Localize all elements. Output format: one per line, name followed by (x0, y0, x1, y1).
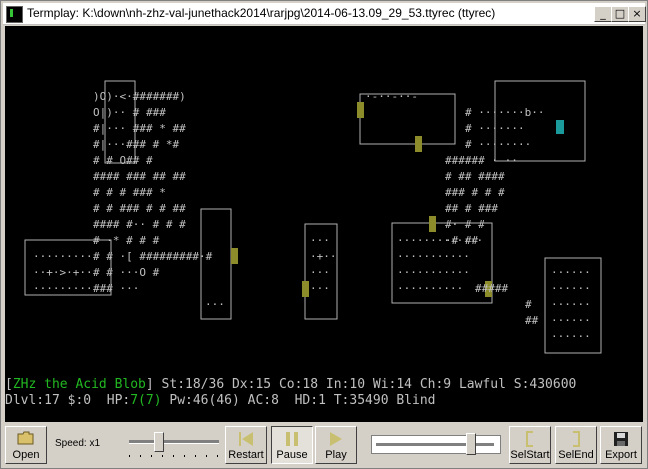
dungeon-map: )O)·<·#######) O|)·· # ### #|··· ### * #… (24, 80, 602, 354)
map-room-floor: ··+·>·+·· (33, 266, 93, 279)
map-door (231, 248, 238, 264)
minimize-button[interactable]: _ (594, 6, 612, 22)
map-corridor: ### ··· (93, 282, 139, 295)
map-door (429, 216, 436, 232)
speed-label: Speed: x1 (55, 438, 101, 449)
map-room-floor: ············· (397, 234, 483, 247)
map-corridor: ##### (475, 282, 508, 295)
map-room-floor: ··· (310, 282, 330, 295)
map-corridor: #· # # (445, 218, 485, 231)
map-corridor: O|)·· # ### (93, 106, 166, 119)
terminal-screen: )O)·<·#######) O|)·· # ### #|··· ### * #… (5, 26, 643, 422)
title-bar: Termplay: K:\down\nh-zhz-val-junethack20… (3, 3, 646, 25)
timeline-track (376, 443, 494, 447)
pause-icon (286, 432, 298, 446)
map-room-floor: ··· (310, 234, 330, 247)
map-corridor: #### #·· # # # (93, 218, 186, 231)
selection-start-icon (526, 431, 533, 447)
status-line-2: Dlvl:17 $:0 HP:7(7) Pw:46(46) AC:8 HD:1 … (5, 393, 436, 408)
timeline-slider[interactable] (371, 435, 501, 454)
map-room-floor: ··········· (397, 266, 470, 279)
map-corridor: # # O## # (93, 154, 153, 167)
restart-button[interactable]: Restart (225, 426, 267, 464)
speed-ticks (129, 455, 218, 457)
map-room-floor: ·+·· (310, 250, 337, 263)
map-door (357, 102, 364, 118)
timeline-slider-thumb[interactable] (465, 433, 476, 455)
map-room-floor: ········· (33, 282, 93, 295)
map-corridor: # # ···O # (93, 266, 160, 279)
folder-icon (17, 431, 34, 445)
map-room-floor: ·········· (397, 282, 463, 295)
map-door (302, 281, 309, 297)
map-door (415, 136, 422, 152)
speed-slider-track[interactable] (129, 440, 219, 444)
map-corridor: ### # # # (445, 186, 505, 199)
map-corridor: # ·* # # # (93, 234, 160, 247)
selection-end-icon (573, 431, 580, 447)
character-name: ZHz the Acid Blob (12, 377, 146, 392)
map-room-floor: ··········· (397, 250, 470, 263)
pause-button[interactable]: Pause (271, 426, 313, 464)
map-room-floor: ······ (551, 314, 591, 327)
map-corridor: ###### · ·· (445, 154, 518, 167)
restart-icon (239, 432, 253, 446)
map-corridor: # # ·[ #########·# (93, 250, 213, 263)
maximize-button[interactable]: □ (611, 6, 629, 22)
open-button[interactable]: Open (5, 426, 47, 464)
map-corridor: #### ### ## ## (93, 170, 186, 183)
map-corridor: # # ### # # ## (93, 202, 186, 215)
map-corridor: #|··· ### * ## (93, 122, 186, 135)
map-corridor: # (525, 298, 532, 311)
termplay-window: Termplay: K:\down\nh-zhz-val-junethack20… (0, 0, 648, 469)
speed-slider-thumb[interactable] (153, 432, 164, 452)
map-room-floor: ······ (551, 298, 591, 311)
map-corridor: # # # ### * (93, 186, 166, 199)
player-marker (556, 120, 564, 134)
window-title: Termplay: K:\down\nh-zhz-val-junethack20… (27, 6, 496, 20)
map-room-floor: ··· (310, 266, 330, 279)
selstart-button[interactable]: SelStart (509, 426, 551, 464)
play-button[interactable]: Play (315, 426, 357, 464)
map-room-floor: ·-··-··- (365, 90, 418, 103)
map-corridor: )O)·<·#######) (93, 90, 186, 103)
map-corridor: # ······· (465, 122, 525, 135)
close-button[interactable]: × (628, 6, 646, 22)
map-room-floor: ··· (205, 298, 225, 311)
map-corridor: # ·······b·· (465, 106, 544, 119)
map-corridor: ## # ### (445, 202, 498, 215)
map-room-floor: ······ (551, 282, 591, 295)
map-corridor: #|···### # *# (93, 138, 179, 151)
map-corridor: # ········ (465, 138, 531, 151)
play-icon (330, 432, 342, 446)
selend-button[interactable]: SelEnd (555, 426, 597, 464)
terminal-app-icon (6, 6, 23, 23)
map-room-floor: ······ (551, 266, 591, 279)
map-corridor: # ## #### (445, 170, 505, 183)
map-corridor: ## (525, 314, 539, 327)
export-button[interactable]: Export (600, 426, 642, 464)
save-disk-icon (614, 432, 628, 446)
playback-toolbar: Open Speed: x1 Restart Pause Play SelSta… (3, 425, 645, 466)
map-room-floor: ······ (551, 330, 591, 343)
status-line-1: [ZHz the Acid Blob] St:18/36 Dx:15 Co:18… (5, 377, 577, 392)
hp-value: 7(7) (130, 393, 162, 408)
map-room-floor: ········· (33, 250, 93, 263)
